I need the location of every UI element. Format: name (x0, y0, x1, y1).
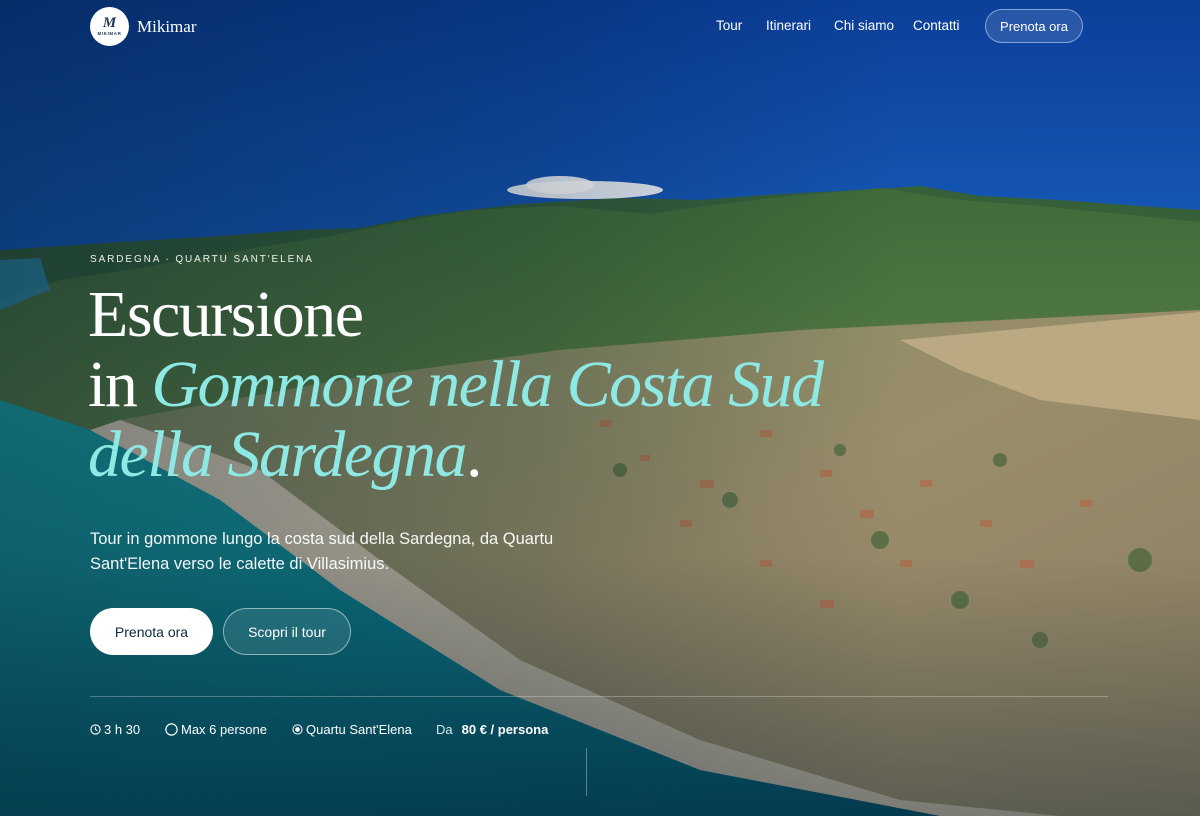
tour-duration-value: 3 h 30 (104, 721, 141, 737)
tour-place-value: Quartu Sant'Elena (306, 721, 412, 737)
hero-title: Escursione in Gommone nella Costa Sud de… (88, 280, 848, 490)
hero-title-line-2: in Gommone nella Costa Sud (88, 350, 848, 420)
nav-item-tour[interactable]: Tour (716, 18, 742, 33)
logo-mark: M (102, 15, 117, 31)
tour-place: Quartu Sant'Elena (292, 720, 412, 738)
site-header: M MIKIMAR Mikimar Tour Itinerari Chi sia… (0, 0, 1200, 54)
tour-price-prefix: Da (436, 721, 453, 737)
header-book-button[interactable]: Prenota ora (985, 9, 1083, 43)
clock-icon (90, 723, 101, 735)
tour-people-value: Max 6 persone (181, 721, 267, 737)
tour-price: Da 80 € / persona (436, 720, 548, 738)
tour-people: Max 6 persone (165, 720, 267, 738)
tour-duration: 3 h 30 (90, 720, 140, 738)
location-dot-icon (292, 723, 303, 735)
circle-icon (165, 722, 178, 736)
logo[interactable]: M MIKIMAR Mikimar (90, 7, 197, 46)
hero-title-accent-1: Gommone nella Costa Sud (151, 348, 824, 421)
tour-price-value: 80 € / persona (461, 721, 549, 737)
hero-eyebrow: SARDEGNA · QUARTU SANT'ELENA (90, 254, 314, 265)
hero-title-prefix: in (88, 348, 152, 421)
hero-divider (90, 696, 1108, 697)
scroll-indicator-line (586, 748, 587, 796)
hero-title-line-1: Escursione (88, 278, 364, 351)
hero-title-line-3: della Sardegna. (88, 420, 848, 490)
discover-tour-button[interactable]: Scopri il tour (223, 608, 351, 655)
logo-small-text: MIKIMAR (97, 31, 122, 36)
nav-item-itinerari[interactable]: Itinerari (766, 18, 811, 33)
logo-badge: M MIKIMAR (90, 7, 129, 46)
brand-name: Mikimar (137, 16, 197, 36)
nav-item-chi-siamo[interactable]: Chi siamo (834, 18, 894, 33)
nav-item-contatti[interactable]: Contatti (913, 18, 960, 33)
hero-subtitle: Tour in gommone lungo la costa sud della… (90, 530, 554, 573)
book-now-button[interactable]: Prenota ora (90, 608, 213, 655)
hero-title-accent-2: della Sardegna (88, 418, 468, 491)
hero-title-dot: . (466, 418, 483, 491)
